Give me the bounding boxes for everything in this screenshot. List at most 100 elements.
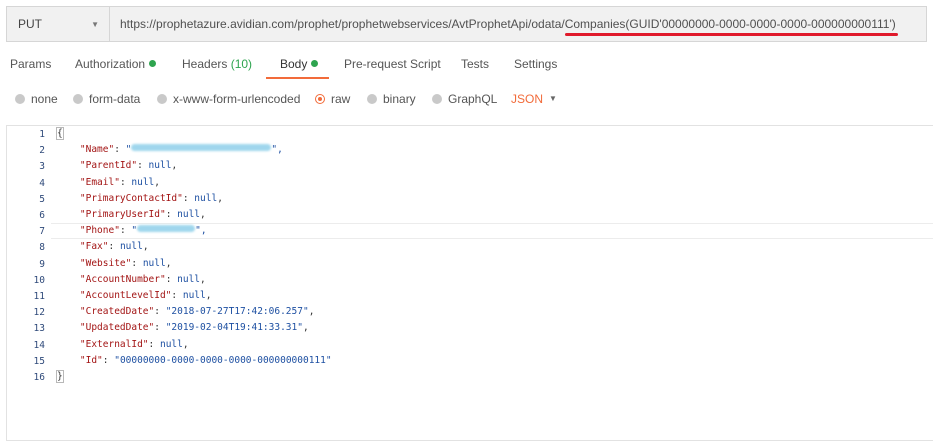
- url-input[interactable]: https://prophetazure.avidian.com/prophet…: [109, 6, 927, 42]
- json-punctuation: ,: [154, 176, 161, 188]
- json-key: "Phone": [79, 225, 120, 237]
- json-key: "PrimaryContactId": [79, 192, 183, 204]
- red-underline-annotation: [564, 33, 898, 36]
- line-number: 15: [33, 355, 45, 367]
- radio-none[interactable]: none: [15, 92, 58, 106]
- tab-settings[interactable]: Settings: [514, 57, 557, 71]
- format-select[interactable]: JSON: [511, 92, 543, 106]
- status-dot-icon: [149, 60, 157, 67]
- code-line: "ExternalId": null,: [79, 338, 189, 350]
- line-number: 10: [33, 274, 45, 286]
- line-number: 2: [39, 145, 45, 157]
- status-dot-icon: [311, 60, 319, 67]
- json-punctuation: ,: [182, 338, 189, 350]
- json-value: null: [159, 338, 183, 350]
- json-value: null: [182, 290, 206, 301]
- json-key: "AccountLevelId": [79, 290, 172, 301]
- radio-label: binary: [383, 92, 416, 106]
- json-key: "ExternalId": [79, 338, 149, 350]
- json-key: "CreatedDate": [79, 306, 155, 318]
- code-editor[interactable]: 1 2 3 4 5 6 7 8 9 10 11 12 13 14 15 16 { "Name": " ", "P…: [6, 125, 933, 441]
- method-label: PUT: [18, 17, 42, 31]
- request-tabs: Params Authorization Headers (10) Body P…: [0, 57, 933, 83]
- brace: {: [56, 127, 64, 140]
- tab-headers[interactable]: Headers (10): [182, 57, 252, 71]
- tab-pre-request-script[interactable]: Pre-request Script: [344, 57, 441, 71]
- line-number-gutter: 1 2 3 4 5 6 7 8 9 10 11 12 13 14 15 16: [7, 126, 51, 440]
- json-punctuation: ,: [217, 192, 223, 204]
- headers-count: (10): [230, 57, 253, 71]
- line-number: 5: [39, 193, 45, 205]
- line-number: 14: [33, 339, 45, 351]
- code-line: "Email": null,: [79, 176, 161, 188]
- json-value: null: [148, 160, 172, 172]
- radio-label: none: [31, 92, 58, 106]
- line-number: 9: [39, 258, 45, 270]
- json-punctuation: ,: [205, 290, 212, 301]
- line-number: 3: [39, 161, 45, 173]
- code-line: "Website": null,: [79, 257, 172, 269]
- line-number: 1: [39, 129, 45, 140]
- radio-icon: [15, 94, 25, 104]
- tab-label: Authorization: [75, 57, 146, 71]
- json-value: "2019-02-04T19:41:33.31": [165, 322, 303, 334]
- code-line: "Fax": null,: [79, 241, 149, 253]
- url-highlight: Companies(GUID'00000000-0000-0000-0000-0…: [564, 17, 898, 36]
- redacted-value: [137, 225, 196, 233]
- body-type-options: none form-data x-www-form-urlencoded raw…: [0, 92, 933, 110]
- code-line: "PrimaryContactId": null,: [79, 192, 223, 204]
- code-line: "ParentId": null,: [79, 160, 178, 172]
- line-number: 7: [39, 226, 45, 238]
- line-number: 13: [33, 323, 45, 335]
- line-number: 11: [33, 291, 45, 302]
- json-key: "Fax": [79, 241, 109, 253]
- code-line: "Id": "00000000-0000-0000-0000-000000000…: [79, 354, 332, 366]
- line-number: 6: [39, 210, 45, 221]
- json-key: "PrimaryUserId": [79, 209, 166, 220]
- radio-selected-icon: [315, 94, 325, 104]
- brace: }: [56, 370, 64, 383]
- tab-tests[interactable]: Tests: [461, 57, 489, 71]
- chevron-down-icon[interactable]: ▼: [549, 94, 557, 103]
- radio-label: raw: [331, 92, 351, 106]
- line-number: 16: [33, 372, 45, 383]
- tab-label: Pre-request Script: [344, 57, 441, 71]
- url-prefix: https://prophetazure.avidian.com/prophet…: [120, 17, 565, 31]
- tab-authorization[interactable]: Authorization: [75, 57, 157, 71]
- json-value: "2018-07-27T17:42:06.257": [165, 306, 309, 318]
- radio-x-www-form-urlencoded[interactable]: x-www-form-urlencoded: [157, 92, 300, 106]
- code-line: {: [56, 126, 64, 142]
- code-line: "Phone": " ",: [79, 225, 207, 237]
- code-line: "AccountLevelId": null,: [79, 290, 212, 301]
- json-key: "Website": [79, 257, 132, 269]
- json-key: "UpdatedDate": [79, 322, 155, 334]
- tab-label: Tests: [461, 57, 490, 71]
- tab-label: Headers: [182, 57, 228, 71]
- radio-binary[interactable]: binary: [367, 92, 416, 106]
- tab-params[interactable]: Params: [10, 57, 51, 71]
- tab-label: Params: [10, 57, 52, 71]
- redacted-value: [131, 144, 272, 152]
- line-number: 12: [33, 307, 45, 319]
- request-bar: PUT ▼ https://prophetazure.avidian.com/p…: [6, 6, 927, 42]
- json-key: "AccountNumber": [79, 273, 166, 285]
- radio-form-data[interactable]: form-data: [73, 92, 140, 106]
- json-punctuation: ,: [200, 209, 206, 220]
- radio-icon: [432, 94, 442, 104]
- radio-raw[interactable]: raw: [315, 92, 350, 106]
- line-number: 8: [39, 242, 45, 254]
- radio-icon: [73, 94, 83, 104]
- radio-icon: [157, 94, 167, 104]
- json-value: null: [119, 241, 143, 253]
- radio-label: GraphQL: [448, 92, 498, 106]
- chevron-down-icon: ▼: [91, 19, 99, 29]
- radio-graphql[interactable]: GraphQL: [432, 92, 497, 106]
- line-number: 4: [39, 177, 45, 189]
- json-value: "00000000-0000-0000-0000-000000000111": [114, 354, 332, 366]
- json-punctuation: ,: [142, 241, 149, 253]
- tab-label: Settings: [514, 57, 558, 71]
- tab-body[interactable]: Body: [280, 57, 319, 71]
- method-select[interactable]: PUT ▼: [6, 6, 109, 42]
- json-punctuation: ,: [200, 273, 206, 285]
- radio-label: x-www-form-urlencoded: [173, 92, 301, 106]
